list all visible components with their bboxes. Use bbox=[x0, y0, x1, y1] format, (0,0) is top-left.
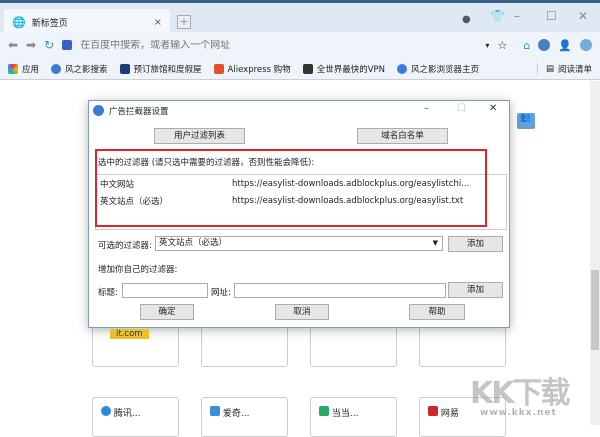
speed-dial-tile-tencent[interactable]: 腾讯... bbox=[92, 397, 179, 437]
home-icon[interactable]: ⌂ bbox=[523, 39, 530, 52]
extension-icon[interactable] bbox=[538, 39, 551, 51]
dangdang-icon bbox=[319, 406, 329, 416]
bookmark-item[interactable]: 预订旅馆和度假屋 bbox=[119, 63, 202, 75]
tab-title: 新标签页 bbox=[31, 18, 68, 29]
user-icon[interactable]: 👤 bbox=[558, 39, 572, 52]
domain-whitelist-button[interactable]: 域名白名单 bbox=[357, 128, 448, 144]
dropdown-icon[interactable]: ▾ bbox=[485, 41, 489, 50]
location-icon[interactable]: ● bbox=[462, 14, 471, 25]
bookmark-item[interactable]: 风之影浏览器主页 bbox=[397, 63, 479, 75]
cancel-button[interactable]: 取消 bbox=[275, 304, 329, 320]
skin-icon[interactable]: 👕 bbox=[490, 9, 505, 23]
close-tab-icon[interactable]: × bbox=[154, 17, 162, 28]
apps-icon bbox=[8, 63, 18, 74]
url-input[interactable] bbox=[234, 283, 446, 298]
user-filter-list-button[interactable]: 用户过滤列表 bbox=[154, 128, 245, 144]
close-window-icon[interactable]: ✕ bbox=[578, 9, 588, 23]
ok-button[interactable]: 确定 bbox=[140, 304, 194, 320]
globe-icon: 🌐 bbox=[12, 15, 26, 29]
bookmark-item[interactable]: 风之影搜索 bbox=[51, 63, 108, 75]
bookmarks-bar: 应用 风之影搜索 预订旅馆和度假屋 Aliexpress 购物 全世界最快的VP… bbox=[0, 58, 600, 80]
app-icon bbox=[93, 105, 104, 116]
watermark-url: www.kkx.net bbox=[480, 408, 557, 418]
url-label: 网址: bbox=[211, 288, 231, 298]
back-icon[interactable]: ⬅ bbox=[8, 38, 18, 52]
menu-icon[interactable] bbox=[580, 39, 592, 51]
scrollbar-thumb[interactable] bbox=[591, 270, 599, 350]
reading-list-icon: ▤ bbox=[545, 63, 554, 74]
close-icon[interactable]: ✕ bbox=[489, 103, 497, 114]
forward-icon[interactable]: ➡ bbox=[26, 38, 36, 52]
optional-filters-label: 可选的过滤器: bbox=[98, 241, 152, 251]
highlight-box bbox=[95, 149, 487, 227]
tencent-icon bbox=[101, 406, 111, 416]
address-input[interactable] bbox=[80, 39, 441, 51]
netease-icon bbox=[428, 406, 438, 416]
star-icon[interactable]: ☆ bbox=[497, 39, 507, 52]
optional-filter-select[interactable]: 英文站点（必选） ▼ bbox=[155, 236, 443, 251]
speed-dial-tile-iqiyi[interactable]: 爱奇... bbox=[201, 397, 288, 437]
address-bar: ⬅ ➡ ↻ ▾ ☆ ⌂ 👤 bbox=[0, 32, 600, 58]
reload-icon[interactable]: ↻ bbox=[44, 38, 54, 52]
new-tab-button[interactable]: + bbox=[177, 15, 191, 29]
customize-icon[interactable]: 👥 bbox=[517, 113, 535, 129]
bookmark-item[interactable]: Aliexpress 购物 bbox=[213, 63, 291, 75]
tile-logo: it.com bbox=[110, 329, 149, 339]
title-label: 标题: bbox=[98, 288, 118, 298]
bookmark-item[interactable]: 全世界最快的VPN bbox=[302, 63, 385, 75]
help-button[interactable]: 帮助 bbox=[409, 304, 465, 320]
maximize-icon[interactable]: ☐ bbox=[546, 9, 557, 23]
tab-bar: 🌐 新标签页 × + ● 👕 – ☐ ✕ bbox=[0, 0, 600, 35]
add-custom-filter-button[interactable]: 添加 bbox=[448, 282, 503, 298]
watermark-logo: KK下载 bbox=[470, 376, 570, 411]
booking-icon bbox=[119, 63, 130, 74]
title-input[interactable] bbox=[122, 283, 208, 298]
minimize-icon[interactable]: – bbox=[424, 103, 429, 114]
bookmark-apps[interactable]: 应用 bbox=[8, 63, 39, 75]
maximize-icon[interactable]: ☐ bbox=[457, 103, 466, 114]
globe-icon bbox=[397, 63, 407, 74]
custom-filter-label: 增加你自己的过滤器: bbox=[98, 265, 178, 275]
add-optional-filter-button[interactable]: 添加 bbox=[448, 236, 503, 252]
aliexpress-icon bbox=[213, 63, 224, 74]
baidu-icon bbox=[62, 40, 73, 50]
dialog-title: 广告拦截器设置 bbox=[109, 107, 169, 117]
speed-dial-tile-dangdang[interactable]: 当当... bbox=[310, 397, 397, 437]
adblock-settings-dialog: 广告拦截器设置 – ☐ ✕ 用户过滤列表 域名白名单 选中的过滤器 (请只选中需… bbox=[88, 100, 510, 328]
reading-list[interactable]: ▤ 阅读清单 bbox=[536, 62, 592, 75]
scrollbar[interactable] bbox=[590, 81, 600, 425]
iqiyi-icon bbox=[210, 406, 220, 416]
globe-icon bbox=[51, 63, 62, 74]
chevron-down-icon: ▼ bbox=[432, 239, 438, 247]
vpn-icon bbox=[302, 63, 313, 74]
minimize-icon[interactable]: – bbox=[514, 9, 520, 23]
